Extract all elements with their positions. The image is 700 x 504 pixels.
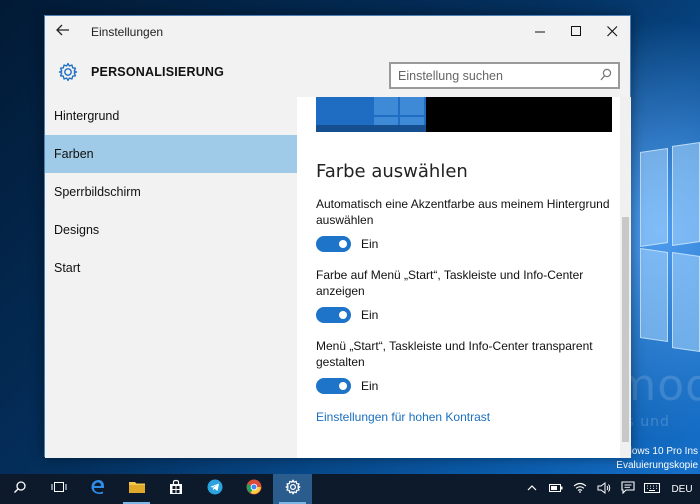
toggle-row: Ein [316, 307, 616, 323]
high-contrast-link[interactable]: Einstellungen für hohen Kontrast [316, 410, 490, 424]
search-icon [13, 480, 27, 499]
window-controls [522, 16, 630, 47]
color-heading: Farbe auswählen [316, 161, 468, 182]
scroll-thumb[interactable] [622, 217, 629, 442]
sidebar-item-designs[interactable]: Designs [45, 211, 297, 249]
content-pane: Farbe auswählen Automatisch eine Akzentf… [297, 97, 620, 458]
task-view-icon [51, 480, 67, 499]
preview-tile [374, 117, 398, 125]
notification-icon [621, 481, 635, 497]
sidebar-item-start[interactable]: Start [45, 249, 297, 287]
taskbar-edge-button[interactable] [78, 474, 117, 504]
preview-taskbar [316, 125, 426, 132]
setting-label: Automatisch eine Akzentfarbe aus meinem … [316, 197, 610, 227]
maximize-icon [570, 24, 582, 40]
store-icon [168, 479, 184, 500]
setting-label: Menü „Start“, Taskleiste und Info-Center… [316, 339, 593, 369]
volume-icon [597, 481, 611, 497]
close-icon [606, 24, 618, 40]
toggle-state: Ein [361, 308, 379, 322]
taskbar-search-button[interactable] [0, 474, 39, 504]
sidebar-item-label: Farben [54, 147, 94, 161]
close-button[interactable] [594, 16, 630, 47]
preview-tile [374, 97, 398, 115]
preview-tile [400, 97, 424, 115]
show-color-toggle[interactable] [316, 307, 351, 323]
sidebar-item-farben[interactable]: Farben [45, 135, 297, 173]
taskbar: DEU [0, 474, 700, 504]
settings-header: PERSONALISIERUNG Einstellung suchen [45, 47, 630, 97]
preview-tile [400, 117, 424, 125]
toggle-state: Ein [361, 379, 379, 393]
minimize-icon [534, 24, 546, 40]
taskbar-explorer-button[interactable] [117, 474, 156, 504]
toggle-state: Ein [361, 237, 379, 251]
toggle-knob [339, 311, 347, 319]
sidebar-item-label: Hintergrund [54, 109, 120, 123]
tray-volume-button[interactable] [592, 474, 616, 504]
toggle-row: Ein [316, 236, 616, 252]
settings-window: Einstellungen PERSONALISIERUNG Einstellu… [44, 15, 631, 458]
toggle-knob [339, 240, 347, 248]
gear-icon [45, 62, 91, 82]
minimize-button[interactable] [522, 16, 558, 47]
tray-keyboard-button[interactable] [640, 474, 664, 504]
build-info-line2: Evaluierungskopie [616, 460, 698, 471]
sidebar-item-label: Start [54, 261, 81, 275]
maximize-button[interactable] [558, 16, 594, 47]
tray-overflow-button[interactable] [520, 474, 544, 504]
back-arrow-icon [56, 23, 70, 41]
telegram-icon [207, 479, 223, 500]
tray-notification-button[interactable] [616, 474, 640, 504]
setting-show-color: Farbe auf Menü „Start“, Taskleiste und I… [316, 267, 616, 323]
search-placeholder: Einstellung suchen [398, 68, 503, 83]
taskbar-chrome-button[interactable] [234, 474, 273, 504]
build-info-line1: ndows 10 Pro Ins [620, 446, 698, 457]
scrollbar[interactable] [620, 97, 631, 458]
sidebar: Hintergrund Farben Sperrbildschirm Desig… [45, 97, 297, 458]
settings-gear-icon [285, 479, 301, 500]
chrome-icon [246, 479, 262, 500]
taskbar-task-view-button[interactable] [39, 474, 78, 504]
sidebar-item-hintergrund[interactable]: Hintergrund [45, 97, 297, 135]
setting-auto-accent: Automatisch eine Akzentfarbe aus meinem … [316, 196, 616, 252]
search-input[interactable]: Einstellung suchen [389, 62, 620, 89]
tray-battery-button[interactable] [544, 474, 568, 504]
title-bar: Einstellungen [45, 16, 630, 47]
setting-label: Farbe auf Menü „Start“, Taskleiste und I… [316, 268, 584, 298]
edge-icon [90, 479, 106, 500]
battery-icon [549, 483, 563, 495]
chevron-up-icon [527, 483, 537, 495]
window-title: Einstellungen [91, 24, 164, 39]
back-button[interactable] [45, 16, 81, 47]
file-explorer-icon [128, 480, 146, 499]
wifi-icon [573, 482, 587, 496]
windows-logo-wallpaper [630, 142, 700, 352]
taskbar-store-button[interactable] [156, 474, 195, 504]
auto-accent-toggle[interactable] [316, 236, 351, 252]
toggle-knob [339, 382, 347, 390]
color-preview [316, 97, 612, 132]
section-title: PERSONALISIERUNG [91, 65, 225, 79]
sidebar-item-sperrbildschirm[interactable]: Sperrbildschirm [45, 173, 297, 211]
tray-wifi-button[interactable] [568, 474, 592, 504]
sidebar-item-label: Sperrbildschirm [54, 185, 141, 199]
search-icon [600, 68, 612, 85]
taskbar-telegram-button[interactable] [195, 474, 234, 504]
system-tray: DEU [520, 474, 700, 504]
keyboard-icon [644, 482, 660, 496]
setting-transparency: Menü „Start“, Taskleiste und Info-Center… [316, 338, 616, 394]
transparency-toggle[interactable] [316, 378, 351, 394]
sidebar-item-label: Designs [54, 223, 100, 237]
input-language[interactable]: DEU [664, 484, 700, 495]
toggle-row: Ein [316, 378, 616, 394]
taskbar-settings-button[interactable] [273, 474, 312, 504]
